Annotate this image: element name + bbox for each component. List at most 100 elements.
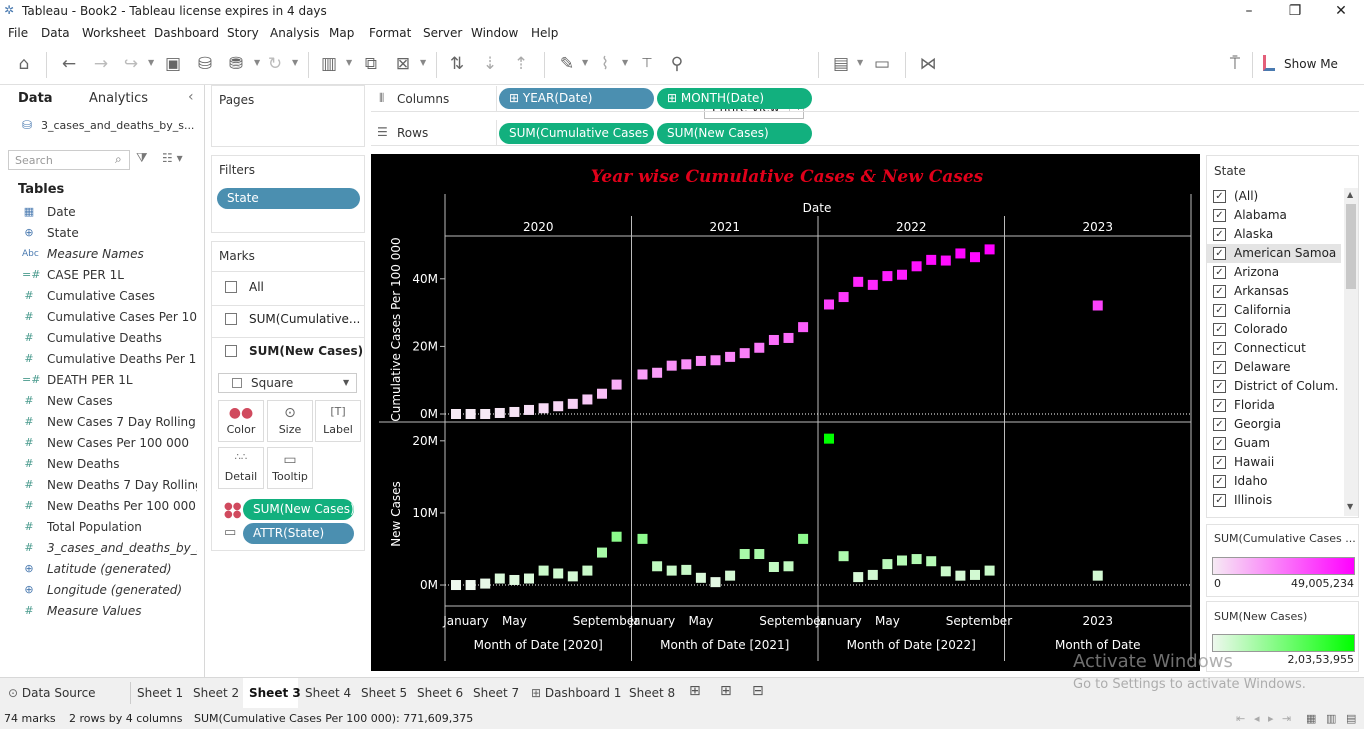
nav-prev-icon[interactable]: ◂: [1254, 712, 1260, 725]
tabs-view-icon[interactable]: ▤: [1346, 712, 1356, 725]
menu-dashboard[interactable]: Dashboard: [154, 26, 219, 40]
field-item[interactable]: ⊕ State: [0, 223, 200, 244]
collapse-pane-icon[interactable]: ‹: [188, 89, 194, 105]
replay-icon[interactable]: ↪: [120, 53, 142, 75]
state-checkbox[interactable]: ✓: [1213, 361, 1226, 374]
sort-ascending-icon[interactable]: ⇣: [479, 53, 501, 75]
label-button[interactable]: [T] Label: [315, 400, 361, 442]
field-item[interactable]: =# DEATH PER 1L: [0, 370, 200, 391]
new-worksheet-icon[interactable]: ▥: [318, 53, 340, 75]
state-checkbox[interactable]: ✓: [1213, 209, 1226, 222]
state-checkbox[interactable]: ✓: [1213, 437, 1226, 450]
menu-file[interactable]: File: [8, 26, 28, 40]
duplicate-sheet-icon[interactable]: ⧉: [360, 53, 382, 75]
state-item-label[interactable]: (All): [1234, 189, 1339, 203]
field-item[interactable]: # New Cases: [0, 391, 200, 412]
swap-icon[interactable]: ⇅: [446, 53, 468, 75]
nav-last-icon[interactable]: ⇥: [1282, 712, 1291, 725]
state-item-label[interactable]: Arizona: [1234, 265, 1339, 279]
tab-sheet-5[interactable]: Sheet 5: [361, 686, 407, 700]
field-item[interactable]: # Total Population: [0, 517, 200, 538]
search-box[interactable]: Search ⌕: [8, 150, 130, 170]
undo-icon[interactable]: ←: [58, 53, 80, 75]
state-item-label[interactable]: Florida: [1234, 398, 1339, 412]
state-checkbox[interactable]: ✓: [1213, 190, 1226, 203]
field-item[interactable]: =# CASE PER 1L: [0, 265, 200, 286]
redo-icon[interactable]: →: [90, 53, 112, 75]
state-item-label[interactable]: American Samoa: [1234, 246, 1339, 260]
state-item-label[interactable]: Delaware: [1234, 360, 1339, 374]
home-icon[interactable]: ⌂: [13, 53, 35, 75]
restore-button[interactable]: ❐: [1272, 0, 1318, 22]
clear-sheet-icon[interactable]: ⊠: [392, 53, 414, 75]
state-item-label[interactable]: Colorado: [1234, 322, 1339, 336]
marks-cum-checkbox[interactable]: [225, 313, 237, 325]
marks-cum-label[interactable]: SUM(Cumulative...: [249, 312, 360, 326]
field-item[interactable]: # Cumulative Cases Per 100 ...: [0, 307, 200, 328]
refresh-icon[interactable]: ↻: [264, 53, 286, 75]
minimize-button[interactable]: –: [1226, 0, 1272, 22]
field-item[interactable]: # New Cases 7 Day Rolling ...: [0, 412, 200, 433]
state-checkbox[interactable]: ✓: [1213, 304, 1226, 317]
state-item-label[interactable]: Connecticut: [1234, 341, 1339, 355]
menu-story[interactable]: Story: [227, 26, 259, 40]
field-item[interactable]: ▦ Date: [0, 202, 200, 223]
state-item-label[interactable]: Hawaii: [1234, 455, 1339, 469]
state-checkbox[interactable]: ✓: [1213, 456, 1226, 469]
state-checkbox[interactable]: ✓: [1213, 475, 1226, 488]
marks-all-label[interactable]: All: [249, 280, 264, 294]
chevron-down-icon[interactable]: ▼: [292, 58, 298, 67]
field-item[interactable]: ⊕ Longitude (generated): [0, 580, 200, 601]
state-checkbox[interactable]: ✓: [1213, 399, 1226, 412]
state-item-label[interactable]: Guam: [1234, 436, 1339, 450]
chevron-down-icon[interactable]: ▼: [622, 58, 628, 67]
tab-sheet-7[interactable]: Sheet 7: [473, 686, 519, 700]
chevron-down-icon[interactable]: ▼: [346, 58, 352, 67]
new-dashboard-tab-icon[interactable]: ⊞: [720, 683, 732, 699]
field-item[interactable]: Abc Measure Names: [0, 244, 200, 265]
new-story-tab-icon[interactable]: ⊟: [752, 683, 764, 699]
row-pill-new-cases[interactable]: SUM(New Cases): [657, 123, 812, 144]
view-options-icon[interactable]: ☷ ▾: [162, 151, 183, 165]
cards-icon[interactable]: ▤: [830, 53, 852, 75]
chevron-down-icon[interactable]: ▼: [857, 58, 863, 67]
filter-pill-state[interactable]: State: [217, 188, 360, 209]
state-checkbox[interactable]: ✓: [1213, 342, 1226, 355]
color-button[interactable]: ●● Color: [218, 400, 264, 442]
sort-descending-icon[interactable]: ⇡: [510, 53, 532, 75]
state-item-label[interactable]: California: [1234, 303, 1339, 317]
tab-sheet-2[interactable]: Sheet 2: [193, 686, 239, 700]
group-icon[interactable]: ⌇: [594, 53, 616, 75]
analytics-tab[interactable]: Analytics: [89, 91, 148, 106]
state-checkbox[interactable]: ✓: [1213, 266, 1226, 279]
state-checkbox[interactable]: ✓: [1213, 418, 1226, 431]
field-item[interactable]: # Cumulative Deaths: [0, 328, 200, 349]
tab-sheet-3[interactable]: Sheet 3: [249, 686, 301, 700]
state-item-label[interactable]: District of Colum...: [1234, 379, 1339, 393]
chevron-down-icon[interactable]: ▼: [582, 58, 588, 67]
color-pill[interactable]: SUM(New Cases): [243, 499, 354, 520]
state-item-label[interactable]: Alabama: [1234, 208, 1339, 222]
chart-view[interactable]: Year wise Cumulative Cases & New Cases Da…: [371, 154, 1200, 671]
column-pill-year[interactable]: ⊞ YEAR(Date): [499, 88, 654, 109]
show-me-button[interactable]: Show Me: [1284, 57, 1338, 71]
filmstrip-icon[interactable]: ▥: [1326, 712, 1336, 725]
highlight-icon[interactable]: ✎: [556, 53, 578, 75]
marks-all-checkbox[interactable]: [225, 281, 237, 293]
show-me-icon[interactable]: [1263, 55, 1275, 71]
scroll-up-icon[interactable]: ▲: [1347, 190, 1353, 199]
field-item[interactable]: # Cumulative Cases: [0, 286, 200, 307]
state-checkbox[interactable]: ✓: [1213, 285, 1226, 298]
new-worksheet-tab-icon[interactable]: ⊞: [689, 683, 701, 699]
field-item[interactable]: #3_cases_and_deaths_by_st...: [0, 538, 200, 559]
state-item-label[interactable]: Alaska: [1234, 227, 1339, 241]
row-pill-cumulative[interactable]: SUM(Cumulative Cases ..: [499, 123, 654, 144]
field-item[interactable]: ⊕ Latitude (generated): [0, 559, 200, 580]
paint-icon[interactable]: ⍑: [1224, 53, 1246, 75]
state-checkbox[interactable]: ✓: [1213, 323, 1226, 336]
detail-pill[interactable]: ATTR(State): [243, 523, 354, 544]
state-checkbox[interactable]: ✓: [1213, 380, 1226, 393]
grid-view-icon[interactable]: ▦: [1306, 712, 1316, 725]
menu-server[interactable]: Server: [423, 26, 462, 40]
datasource-tab[interactable]: ⊙ Data Source: [8, 686, 96, 700]
